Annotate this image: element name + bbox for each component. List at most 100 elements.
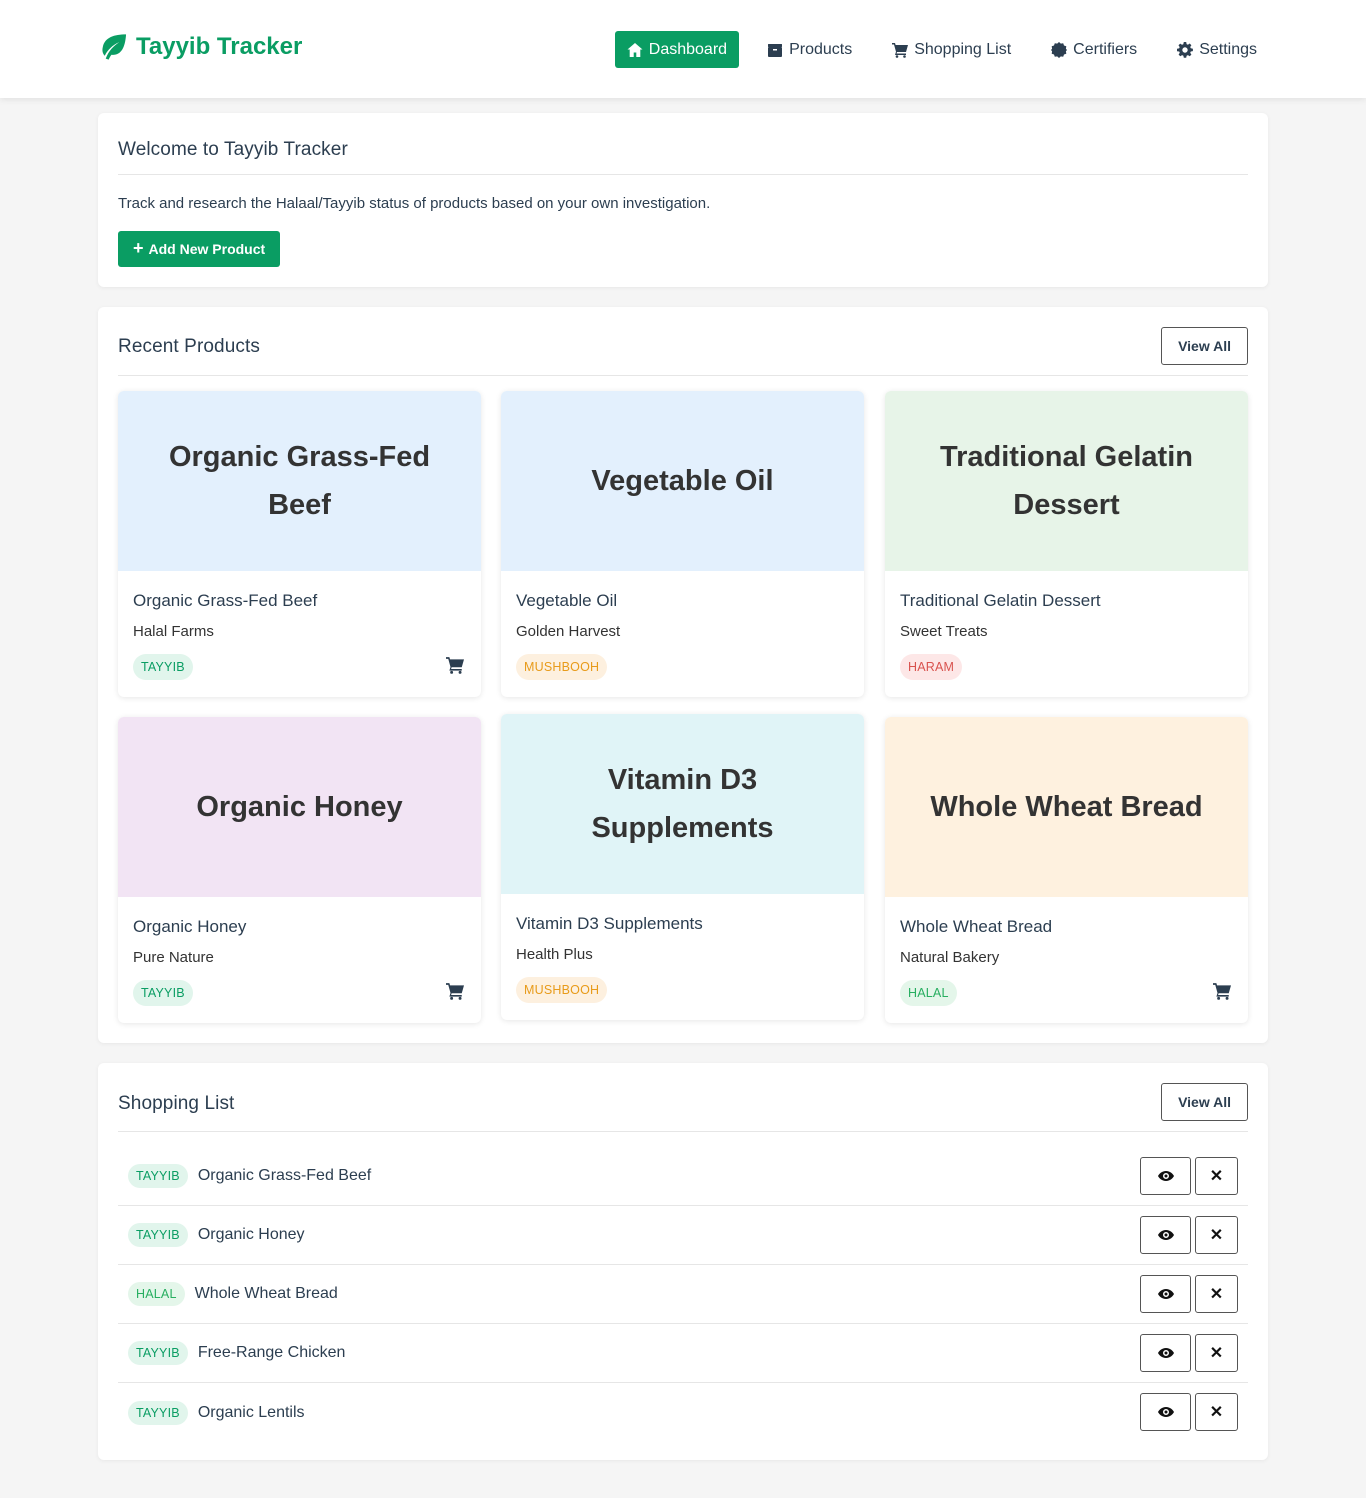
- view-item-button[interactable]: [1140, 1216, 1191, 1254]
- product-name: Whole Wheat Bread: [900, 917, 1053, 936]
- shopping-list-item: TAYYIB Organic Honey ✕: [118, 1206, 1248, 1265]
- nav-label: Dashboard: [648, 40, 728, 58]
- view-all-products-button[interactable]: View All: [1161, 327, 1248, 365]
- product-image-text: Organic Grass-Fed Beef: [168, 441, 431, 521]
- product-brand: Golden Harvest: [516, 623, 621, 640]
- eye-icon: [1157, 1407, 1174, 1417]
- row-actions: ✕: [1140, 1275, 1238, 1313]
- view-item-button[interactable]: [1140, 1157, 1191, 1195]
- shopping-list-title: Shopping List: [118, 1093, 235, 1114]
- status-badge: TAYYIB: [128, 1164, 188, 1188]
- status-badge: TAYYIB: [128, 1341, 188, 1365]
- status-badge: MUSHBOOH: [516, 654, 608, 680]
- product-image: Organic Honey: [118, 717, 481, 897]
- cart-icon: [446, 983, 464, 1000]
- status-badge: TAYYIB: [128, 1400, 188, 1425]
- nav-shopping-list[interactable]: Shopping List: [880, 31, 1023, 68]
- product-image: Vitamin D3 Supplements: [501, 714, 864, 894]
- product-brand: Pure Nature: [133, 949, 214, 966]
- add-new-product-label: Add New Product: [148, 241, 266, 257]
- product-card[interactable]: Traditional Gelatin Dessert Traditional G…: [885, 391, 1248, 697]
- view-item-button[interactable]: [1140, 1393, 1191, 1431]
- remove-item-button[interactable]: ✕: [1195, 1393, 1238, 1431]
- item-name: Whole Wheat Bread: [194, 1285, 338, 1302]
- row-actions: ✕: [1140, 1157, 1238, 1195]
- product-image: Vegetable Oil: [501, 391, 864, 571]
- item-name: Organic Grass-Fed Beef: [197, 1167, 372, 1184]
- product-card[interactable]: Vegetable Oil Vegetable Oil Golden Harvest…: [501, 391, 864, 697]
- close-icon: ✕: [1209, 1404, 1224, 1421]
- eye-icon: [1157, 1289, 1174, 1299]
- app-title: Tayyib Tracker: [136, 33, 303, 60]
- product-card[interactable]: Organic Grass-Fed Beef Organic Grass-Fed …: [118, 391, 481, 697]
- app-brand[interactable]: Tayyib Tracker: [97, 33, 302, 61]
- eye-icon: [1157, 1171, 1174, 1181]
- close-icon: ✕: [1209, 1168, 1224, 1185]
- product-brand: Natural Bakery: [900, 949, 1000, 966]
- divider: [118, 174, 1248, 175]
- shopping-list-item: HALAL Whole Wheat Bread ✕: [118, 1265, 1248, 1324]
- nav-label: Settings: [1199, 40, 1257, 58]
- item-name: Organic Lentils: [197, 1403, 305, 1421]
- view-item-button[interactable]: [1140, 1275, 1191, 1313]
- certificate-icon: [1051, 41, 1068, 58]
- view-all-shopping-button[interactable]: View All: [1161, 1083, 1248, 1121]
- nav-products[interactable]: Products: [755, 31, 864, 68]
- divider: [118, 1131, 1248, 1132]
- view-item-button[interactable]: [1140, 1334, 1191, 1372]
- leaf-icon: [102, 34, 127, 60]
- product-brand: Health Plus: [516, 946, 593, 963]
- nav-dashboard[interactable]: Dashboard: [614, 31, 740, 68]
- remove-item-button[interactable]: ✕: [1195, 1216, 1238, 1254]
- product-card[interactable]: Whole Wheat Bread Whole Wheat Bread Natura…: [885, 717, 1248, 1023]
- nav-certifiers[interactable]: Certifiers: [1039, 31, 1149, 68]
- product-image-text: Vegetable Oil: [591, 465, 774, 497]
- product-image-text: Traditional Gelatin Dessert: [940, 441, 1193, 521]
- welcome-description: Track and research the Halaal/Tayyib sta…: [118, 195, 711, 212]
- nav-label: Certifiers: [1073, 40, 1138, 58]
- plus-icon: +: [133, 238, 144, 258]
- item-name: Organic Honey: [197, 1226, 305, 1243]
- product-image: Traditional Gelatin Dessert: [885, 391, 1248, 571]
- add-to-cart-button[interactable]: [446, 982, 466, 1002]
- top-navbar: Tayyib Tracker Dashboard Products Shoppi…: [0, 0, 1366, 98]
- remove-item-button[interactable]: ✕: [1195, 1157, 1238, 1195]
- divider: [118, 375, 1248, 376]
- status-badge: HALAL: [900, 980, 957, 1006]
- product-image-text: Whole Wheat Bread: [930, 791, 1203, 823]
- gear-icon: [1177, 41, 1194, 58]
- add-to-cart-button[interactable]: [1213, 982, 1233, 1002]
- close-icon: ✕: [1209, 1345, 1224, 1362]
- close-icon: ✕: [1209, 1286, 1224, 1303]
- product-name: Organic Honey: [133, 917, 247, 936]
- row-actions: ✕: [1140, 1334, 1238, 1372]
- product-name: Traditional Gelatin Dessert: [900, 591, 1101, 610]
- box-icon: [768, 43, 783, 57]
- product-image-text: Vitamin D3 Supplements: [591, 764, 774, 844]
- close-icon: ✕: [1209, 1227, 1224, 1244]
- row-actions: ✕: [1140, 1393, 1238, 1431]
- product-name: Organic Grass-Fed Beef: [133, 591, 318, 610]
- product-brand: Halal Farms: [133, 623, 214, 640]
- product-image-text: Organic Honey: [196, 791, 403, 823]
- row-actions: ✕: [1140, 1216, 1238, 1254]
- add-new-product-button[interactable]: + Add New Product: [118, 231, 281, 267]
- item-name: Free-Range Chicken: [197, 1344, 346, 1361]
- shopping-list-item: TAYYIB Organic Lentils ✕: [118, 1383, 1248, 1442]
- status-badge: MUSHBOOH: [516, 977, 608, 1003]
- product-card[interactable]: Vitamin D3 Supplements Vitamin D3 Supplem…: [501, 714, 864, 1020]
- eye-icon: [1157, 1230, 1174, 1240]
- status-badge: HALAL: [128, 1282, 185, 1306]
- remove-item-button[interactable]: ✕: [1195, 1275, 1238, 1313]
- shopping-list-item: TAYYIB Organic Grass-Fed Beef ✕: [118, 1147, 1248, 1206]
- remove-item-button[interactable]: ✕: [1195, 1334, 1238, 1372]
- nav-label: Products: [789, 40, 853, 58]
- recent-products-panel: Recent Products View All Organic Grass-F…: [98, 307, 1268, 1043]
- welcome-panel: Welcome to Tayyib Tracker Track and rese…: [98, 113, 1268, 287]
- nav-settings[interactable]: Settings: [1165, 31, 1269, 68]
- recent-products-title: Recent Products: [118, 336, 260, 357]
- add-to-cart-button[interactable]: [446, 656, 466, 676]
- product-name: Vitamin D3 Supplements: [516, 914, 703, 933]
- product-card[interactable]: Organic Honey Organic Honey Pure Nature TAY…: [118, 717, 481, 1023]
- product-image: Whole Wheat Bread: [885, 717, 1248, 897]
